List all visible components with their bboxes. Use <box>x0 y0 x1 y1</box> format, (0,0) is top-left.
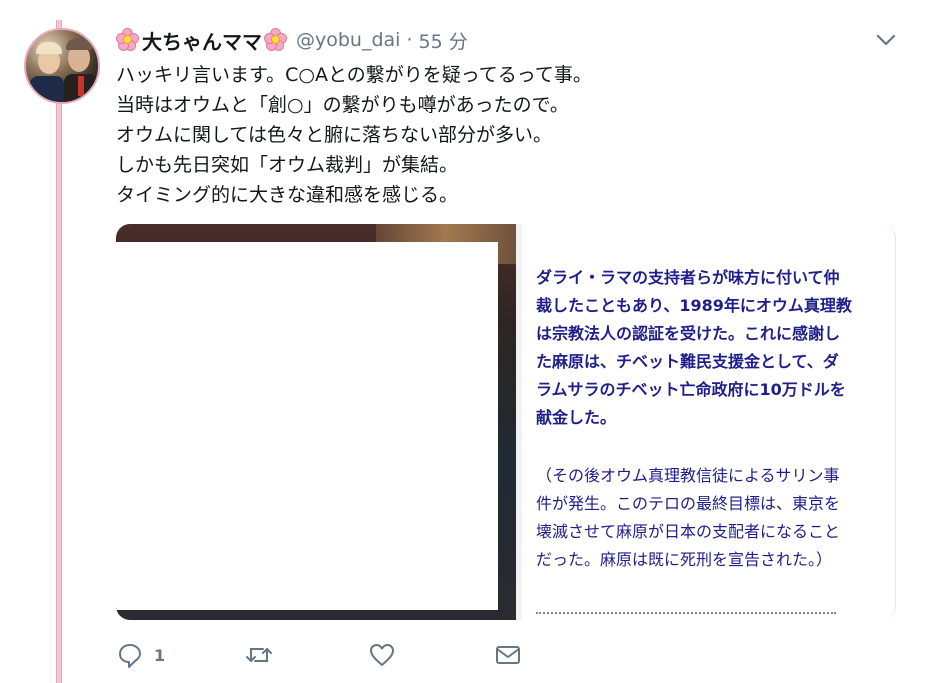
media-cut-off-text <box>536 612 836 620</box>
tweet-text-line: しかも先日突如「オウム裁判」が集結。 <box>116 154 459 176</box>
media-text-line: 壊滅させて麻原が日本の支配者になること <box>536 522 841 541</box>
display-name[interactable]: 大ちゃんママ <box>142 26 262 55</box>
tweet-text-line: オウムに関しては色々と腑に落ちない部分が多い。 <box>116 124 553 146</box>
heart-icon <box>368 641 396 669</box>
media-text-line: た麻原は、チベット難民支援金として、ダ <box>536 352 839 371</box>
retweet-icon <box>244 641 274 669</box>
tweet-text-line: タイミング的に大きな違和感を感じる。 <box>116 184 459 206</box>
media-text-line: 献金した。 <box>536 408 617 427</box>
tweet-timestamp[interactable]: 55 分 <box>419 27 468 54</box>
media-text-line: だった。麻原は既に死刑を宣告された。） <box>536 550 833 569</box>
media-text-sub: （その後オウム真理教信徒によるサリン事 件が発生。このテロの最終目標は、東京を … <box>536 462 886 574</box>
media-text-line: 件が発生。このテロの最終目標は、東京を <box>536 494 841 513</box>
media-text-main: ダライ・ラマの支持者らが味方に付いて仲 裁したこともあり、1989年にオウム真理… <box>536 264 886 432</box>
retweet-button[interactable] <box>244 640 284 670</box>
like-button[interactable] <box>368 640 406 670</box>
media-text-line: 裁したこともあり、1989年にオウム真理教 <box>536 296 852 315</box>
media-text-line: は宗教法人の認証を受けた。これに感謝し <box>536 324 841 343</box>
reply-icon <box>116 641 144 669</box>
avatar-tie <box>78 76 84 96</box>
media-image-right[interactable]: ダライ・ラマの支持者らが味方に付いて仲 裁したこともあり、1989年にオウム真理… <box>516 224 896 620</box>
tweet-text-line: 当時はオウムと「創○」の繋がりも噂があったので。 <box>116 94 569 116</box>
separator-dot: · <box>406 29 413 51</box>
avatar-figure-left <box>30 76 64 102</box>
cherry-blossom-icon <box>264 28 288 52</box>
direct-message-button[interactable] <box>494 640 522 670</box>
avatar-hair-left <box>36 42 62 54</box>
cherry-blossom-icon <box>116 28 140 52</box>
envelope-icon <box>494 641 522 669</box>
avatar[interactable] <box>24 28 100 104</box>
chevron-down-icon[interactable] <box>874 30 898 50</box>
tweet-text: ハッキリ言います。C○Aとの繋がりを疑ってるって事。 当時はオウムと「創○」の繋… <box>116 60 592 210</box>
media-text-line: ダライ・ラマの支持者らが味方に付いて仲 <box>536 268 840 287</box>
user-handle[interactable]: @yobu_dai <box>296 29 400 51</box>
thread-line-gap <box>56 0 62 20</box>
reply-button[interactable]: 1 <box>116 640 165 670</box>
media-text-line: （その後オウム真理教信徒によるサリン事 <box>536 466 840 485</box>
reply-count: 1 <box>154 645 166 665</box>
media-text-line: ラムサラのチベット亡命政府に10万ドルを <box>536 380 846 399</box>
tweet-header: 大ちゃんママ @yobu_dai · 55 分 <box>116 26 468 54</box>
avatar-hair-right <box>66 38 92 50</box>
tweet-text-line: ハッキリ言います。C○Aとの繋がりを疑ってるって事。 <box>116 64 592 86</box>
image-redacted-area <box>116 242 498 610</box>
media-image-left[interactable] <box>116 224 516 620</box>
